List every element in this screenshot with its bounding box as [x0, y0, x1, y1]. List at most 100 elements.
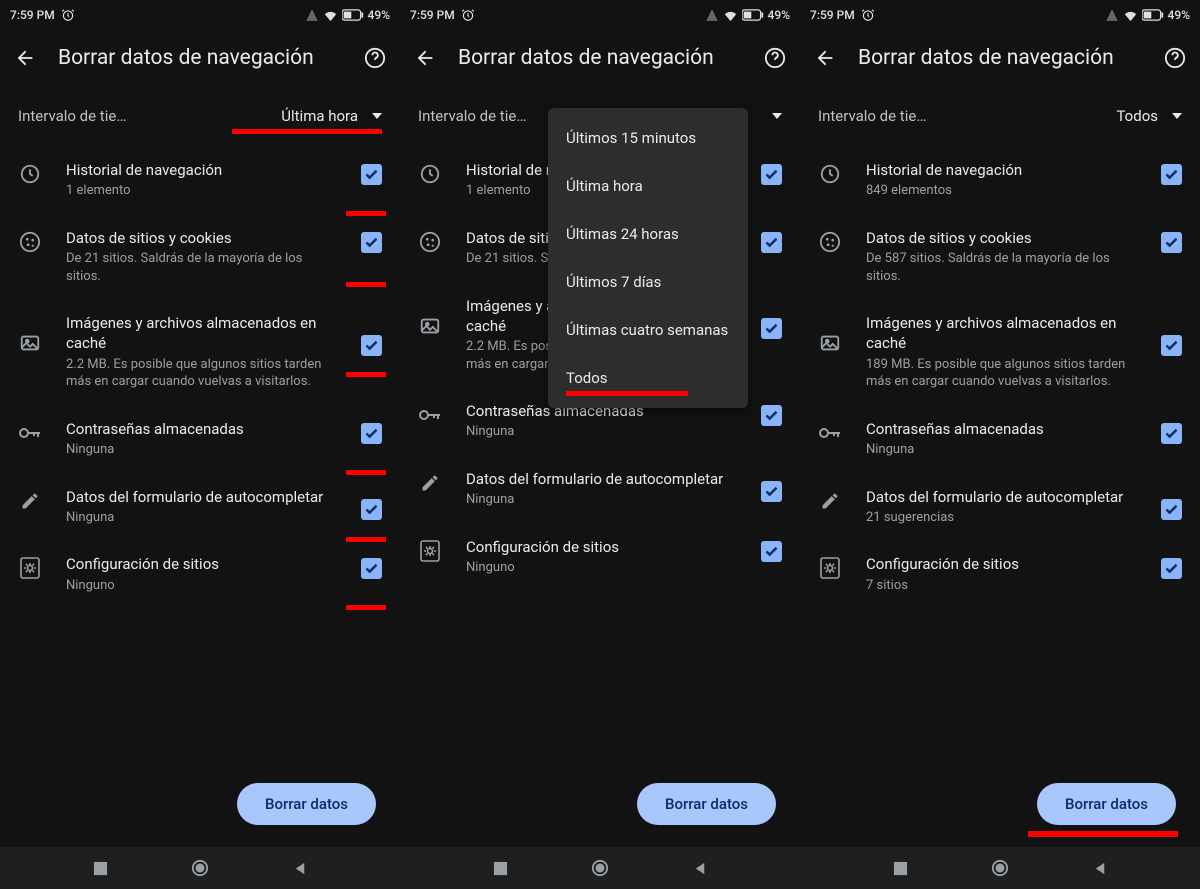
dropdown-option-all[interactable]: Todos — [548, 354, 748, 402]
chevron-down-icon — [772, 113, 782, 119]
nav-bar — [400, 847, 800, 889]
status-bar: 7:59 PM 49% — [400, 0, 800, 30]
nav-home[interactable] — [990, 858, 1010, 878]
item-subtitle: 189 MB. Es posible que algunos sitios ta… — [866, 356, 1137, 391]
item-passwords[interactable]: Contraseñas almacenadas Ninguna — [800, 405, 1200, 473]
checkbox-cache[interactable] — [1161, 335, 1182, 356]
time-range-selector[interactable]: Última hora — [281, 107, 382, 125]
dropdown-option-4weeks[interactable]: Últimas cuatro semanas — [548, 306, 748, 354]
checkbox-cookies[interactable] — [761, 232, 782, 253]
help-button[interactable] — [362, 45, 388, 71]
dropdown-option-15min[interactable]: Últimos 15 minutos — [548, 114, 748, 162]
checkbox-cache[interactable] — [761, 318, 782, 339]
image-icon — [418, 314, 442, 338]
nav-recent[interactable] — [490, 858, 510, 878]
item-passwords[interactable]: Contraseñas almacenadas Ninguna — [0, 405, 400, 473]
back-button[interactable] — [12, 45, 38, 71]
checkbox-site-settings[interactable] — [1161, 558, 1182, 579]
wifi-icon — [723, 8, 738, 23]
time-range-selector[interactable]: Todos — [1116, 107, 1182, 125]
back-button[interactable] — [412, 45, 438, 71]
screen-3: 7:59 PM 49% Borrar datos de navegación I… — [800, 0, 1200, 889]
item-cache[interactable]: Imágenes y archivos almacenados en caché… — [0, 299, 400, 405]
battery-icon — [742, 9, 764, 21]
item-autofill[interactable]: Datos del formulario de autocompletar Ni… — [400, 455, 800, 523]
chevron-down-icon — [1172, 113, 1182, 119]
time-range-dropdown: Últimos 15 minutos Última hora Últimas 2… — [548, 108, 748, 408]
help-button[interactable] — [762, 45, 788, 71]
item-subtitle: Ninguna — [66, 509, 337, 527]
item-subtitle: Ninguno — [466, 559, 737, 577]
checkbox-cookies[interactable] — [1161, 232, 1182, 253]
image-icon — [18, 331, 42, 355]
nav-home[interactable] — [190, 858, 210, 878]
checkbox-cookies[interactable] — [361, 232, 382, 253]
item-autofill[interactable]: Datos del formulario de autocompletar 21… — [800, 473, 1200, 541]
item-cookies[interactable]: Datos de sitios y cookies De 587 sitios.… — [800, 214, 1200, 299]
annotation-underline — [346, 605, 386, 610]
checkbox-autofill[interactable] — [761, 481, 782, 502]
status-battery: 49% — [368, 8, 390, 22]
checkbox-passwords[interactable] — [761, 405, 782, 426]
cookie-icon — [18, 230, 42, 254]
clear-data-button[interactable]: Borrar datos — [237, 783, 376, 825]
checkbox-autofill[interactable] — [361, 499, 382, 520]
item-cache[interactable]: Imágenes y archivos almacenados en caché… — [800, 299, 1200, 405]
nav-back[interactable] — [1090, 858, 1110, 878]
back-button[interactable] — [812, 45, 838, 71]
checkbox-history[interactable] — [361, 164, 382, 185]
status-time: 7:59 PM — [10, 8, 55, 22]
app-bar: Borrar datos de navegación — [0, 30, 400, 86]
dropdown-option-7days[interactable]: Últimos 7 días — [548, 258, 748, 306]
checkbox-autofill[interactable] — [1161, 499, 1182, 520]
checkbox-history[interactable] — [761, 164, 782, 185]
image-icon — [818, 331, 842, 355]
nav-recent[interactable] — [890, 858, 910, 878]
nav-recent[interactable] — [90, 858, 110, 878]
dropdown-option-24hours[interactable]: Últimas 24 horas — [548, 210, 748, 258]
checkbox-history[interactable] — [1161, 164, 1182, 185]
item-subtitle: 1 elemento — [66, 182, 337, 200]
action-area: Borrar datos — [800, 783, 1200, 847]
time-range-value: Última hora — [281, 107, 358, 125]
time-range-value: Todos — [1116, 107, 1158, 125]
signal-icon — [705, 8, 719, 22]
page-title: Borrar datos de navegación — [58, 46, 342, 70]
item-history[interactable]: Historial de navegación 849 elementos — [800, 146, 1200, 214]
item-subtitle: De 21 sitios. Saldrás de la mayoría de l… — [66, 250, 337, 285]
checkbox-site-settings[interactable] — [761, 541, 782, 562]
item-title: Contraseñas almacenadas — [866, 419, 1137, 439]
item-subtitle: Ninguna — [866, 441, 1137, 459]
annotation-underline — [346, 282, 386, 287]
clear-data-button[interactable]: Borrar datos — [637, 783, 776, 825]
checkbox-cache[interactable] — [361, 335, 382, 356]
app-bar: Borrar datos de navegación — [400, 30, 800, 86]
item-site-settings[interactable]: Configuración de sitios Ninguno — [0, 540, 400, 608]
help-button[interactable] — [1162, 45, 1188, 71]
checkbox-site-settings[interactable] — [361, 558, 382, 579]
key-icon — [818, 421, 842, 445]
checkbox-passwords[interactable] — [361, 423, 382, 444]
time-range-selector[interactable] — [758, 113, 782, 119]
nav-back[interactable] — [690, 858, 710, 878]
item-title: Datos de sitios y cookies — [866, 228, 1137, 248]
status-battery: 49% — [1168, 8, 1190, 22]
annotation-underline — [566, 391, 688, 396]
nav-home[interactable] — [590, 858, 610, 878]
item-history[interactable]: Historial de navegación 1 elemento — [0, 146, 400, 214]
cookie-icon — [418, 230, 442, 254]
settings-page-icon — [18, 556, 42, 580]
item-subtitle: 7 sitios — [866, 577, 1137, 595]
annotation-underline — [232, 129, 382, 134]
item-subtitle: De 587 sitios. Saldrás de la mayoría de … — [866, 250, 1137, 285]
item-cookies[interactable]: Datos de sitios y cookies De 21 sitios. … — [0, 214, 400, 299]
nav-back[interactable] — [290, 858, 310, 878]
item-title: Configuración de sitios — [466, 537, 737, 557]
item-site-settings[interactable]: Configuración de sitios 7 sitios — [800, 540, 1200, 608]
item-autofill[interactable]: Datos del formulario de autocompletar Ni… — [0, 473, 400, 541]
dropdown-option-1hour[interactable]: Última hora — [548, 162, 748, 210]
settings-page-icon — [818, 556, 842, 580]
item-site-settings[interactable]: Configuración de sitios Ninguno — [400, 523, 800, 591]
checkbox-passwords[interactable] — [1161, 423, 1182, 444]
clear-data-button[interactable]: Borrar datos — [1037, 783, 1176, 825]
